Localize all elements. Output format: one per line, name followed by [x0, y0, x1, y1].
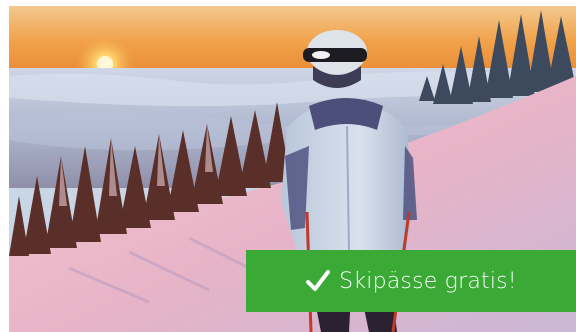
- checkmark-icon: [306, 270, 331, 291]
- promo-banner[interactable]: Skipässe gratis!: [9, 6, 576, 332]
- free-ski-pass-button[interactable]: Skipässe gratis!: [246, 250, 576, 312]
- free-ski-pass-label: Skipässe gratis!: [339, 268, 517, 294]
